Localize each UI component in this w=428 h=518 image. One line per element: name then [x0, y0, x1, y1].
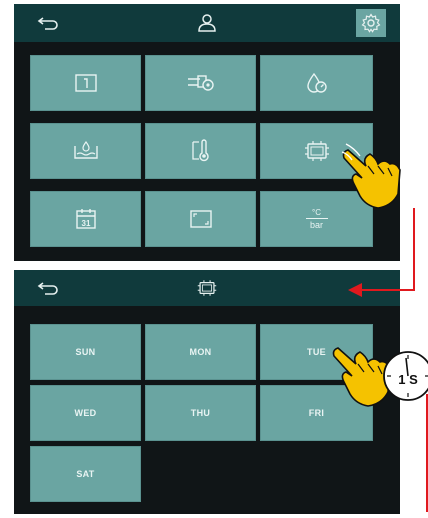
timer-label: 1 S	[398, 372, 418, 387]
annotation-overlay	[332, 143, 428, 512]
tap-hand-icon	[341, 143, 401, 209]
tap-hand-icon	[332, 347, 391, 407]
red-arrow	[348, 208, 415, 297]
